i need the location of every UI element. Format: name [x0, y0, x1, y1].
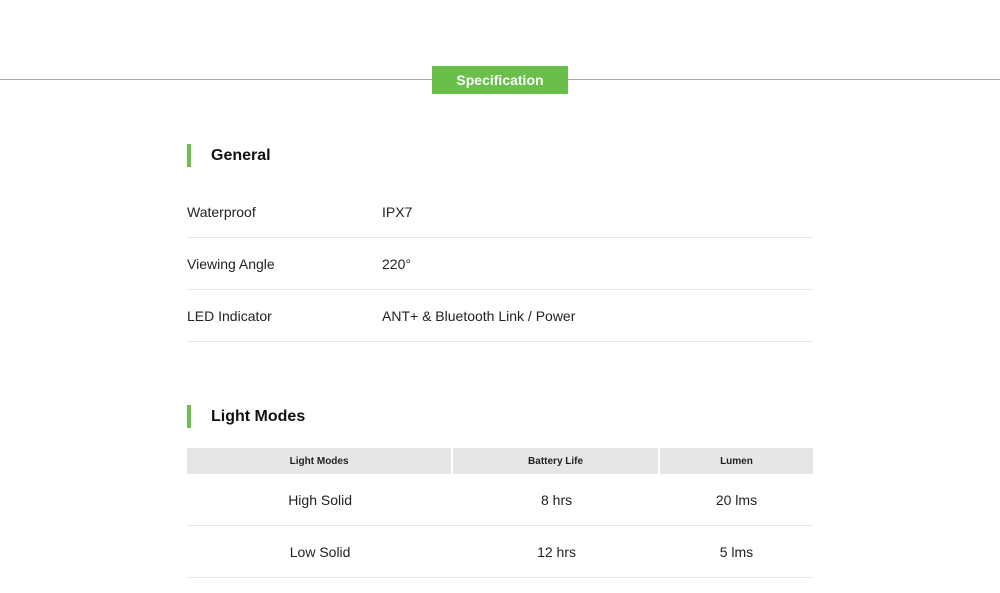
spec-label: Viewing Angle [187, 255, 275, 272]
spec-value: ANT+ & Bluetooth Link / Power [382, 307, 576, 324]
table-cell-battery: 8 hrs [453, 474, 660, 526]
column-header-battery-life: Battery Life [453, 448, 660, 474]
spec-row-led-indicator: LED Indicator ANT+ & Bluetooth Link / Po… [187, 290, 813, 342]
spec-value: IPX7 [382, 203, 413, 220]
light-modes-section-heading: Light Modes [187, 405, 305, 428]
table-cell-lumen: 5 lms [659, 526, 813, 578]
column-header-light-modes: Light Modes [187, 448, 454, 474]
column-header-lumen: Lumen [659, 448, 813, 474]
table-row: High Solid 8 hrs 20 lms [187, 474, 813, 526]
general-spec-list: Waterproof IPX7 Viewing Angle 220° LED I… [187, 186, 813, 342]
table-cell-lumen: 20 lms [659, 474, 813, 526]
spec-row-waterproof: Waterproof IPX7 [187, 186, 813, 238]
light-modes-section-title: Light Modes [211, 407, 306, 425]
general-section-title: General [211, 146, 271, 164]
spec-row-viewing-angle: Viewing Angle 220° [187, 238, 813, 290]
section-accent-bar [187, 405, 191, 428]
spec-label: Waterproof [187, 203, 256, 220]
light-modes-table: Light Modes Battery Life Lumen High Soli… [187, 448, 813, 578]
table-cell-mode: High Solid [187, 474, 454, 526]
specification-tab[interactable]: Specification [432, 66, 568, 94]
general-section-heading: General [187, 144, 271, 167]
table-cell-battery: 12 hrs [453, 526, 660, 578]
table-header-row: Light Modes Battery Life Lumen [187, 448, 813, 474]
table-cell-mode: Low Solid [187, 526, 454, 578]
spec-value: 220° [382, 255, 411, 272]
section-accent-bar [187, 144, 191, 167]
table-row: Low Solid 12 hrs 5 lms [187, 526, 813, 578]
spec-label: LED Indicator [187, 307, 272, 324]
